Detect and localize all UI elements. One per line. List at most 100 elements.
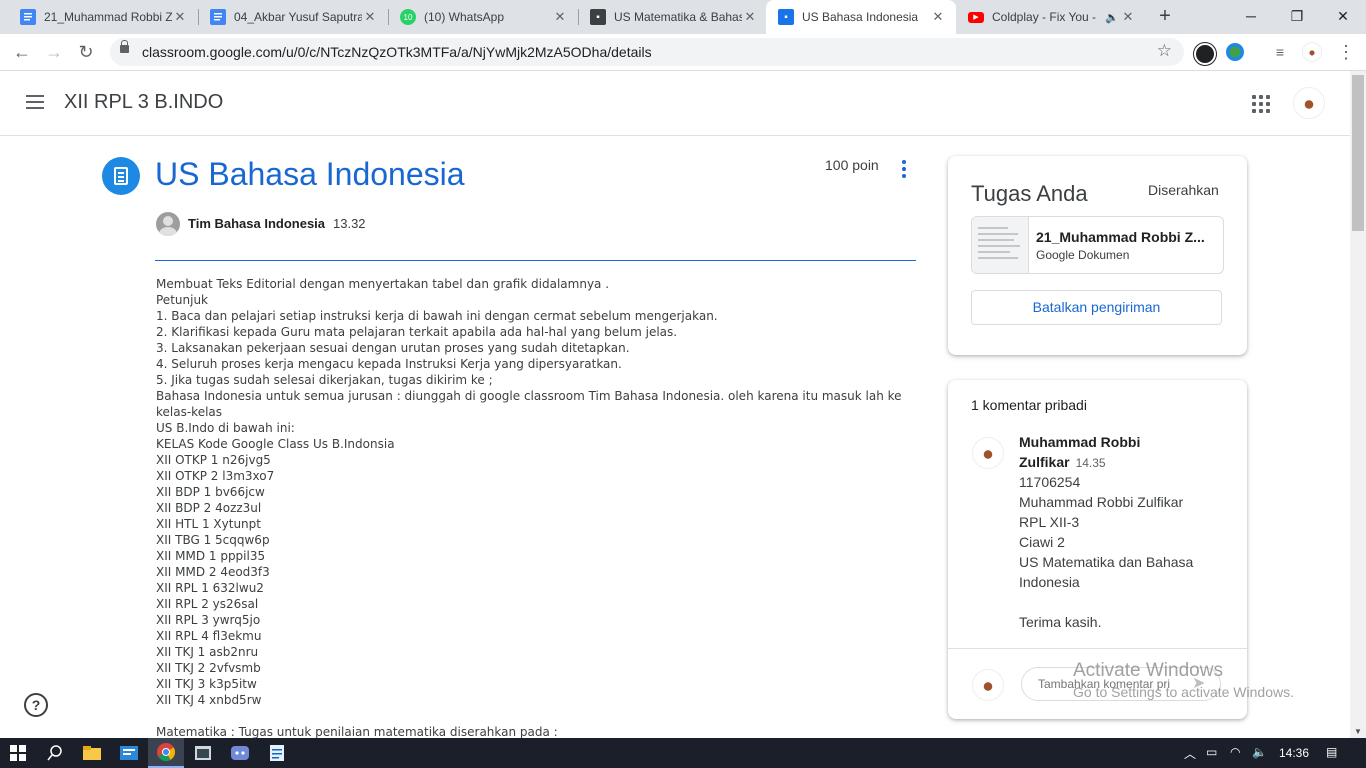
instruction-line: XII MMD 1 pppil35	[156, 549, 266, 563]
help-icon[interactable]: ?	[24, 693, 48, 717]
taskbar-clock[interactable]: 14:36	[1279, 746, 1309, 760]
instruction-line: XII RPL 3 ywrq5jo	[156, 613, 261, 627]
instruction-line: Membuat Teks Editorial dengan menyertaka…	[156, 277, 610, 291]
instruction-line: 2. Klarifikasi kepada Guru mata pelajara…	[156, 325, 678, 339]
close-icon[interactable]: ✕	[362, 9, 378, 25]
extension-globe-icon[interactable]	[1226, 43, 1244, 61]
app-icon[interactable]	[111, 738, 147, 768]
new-tab-icon[interactable]: +	[1154, 5, 1176, 27]
scroll-down-icon[interactable]: ▼	[1354, 727, 1362, 736]
assignment-points: 100 poin	[825, 157, 879, 173]
comment-line: RPL XII-3	[1019, 514, 1080, 530]
speaker-icon[interactable]: 🔈	[1104, 11, 1120, 24]
watermark-line1: Activate Windows	[1073, 660, 1223, 681]
wifi-icon[interactable]: ◠	[1230, 745, 1240, 759]
docs-icon	[20, 9, 36, 25]
your-work-card: Tugas Anda Diserahkan 21_Muhammad Robbi …	[948, 156, 1247, 355]
tab-4[interactable]: ▪ US Bahasa Indonesia ✕	[766, 0, 956, 34]
file-explorer-icon[interactable]	[74, 738, 110, 768]
address-bar[interactable]: classroom.google.com/u/0/c/NTczNzQzOTk3M…	[110, 38, 1184, 66]
comment-line: US Matematika dan Bahasa Indonesia	[1019, 554, 1194, 590]
menu-kebab-icon[interactable]: ⋮	[1334, 40, 1358, 64]
whatsapp-icon: 10	[400, 9, 416, 25]
notepad-icon[interactable]	[259, 738, 295, 768]
tab-title: US Bahasa Indonesia	[802, 10, 919, 24]
docs-icon	[210, 9, 226, 25]
class-name[interactable]: XII RPL 3 B.INDO	[64, 91, 223, 114]
comment-line: Muhammad Robbi Zulfikar	[1019, 494, 1184, 510]
commenter-name: Muhammad Robbi Zulfikar 14.35	[1019, 432, 1179, 473]
instruction-line: Petunjuk	[156, 293, 208, 307]
tray-chevron-up-icon[interactable]: ︿	[1184, 745, 1196, 762]
comment-line	[1019, 592, 1219, 612]
close-icon[interactable]: ✕	[172, 9, 188, 25]
tab-title: 04_Akbar Yusuf Saputra	[234, 10, 362, 24]
instruction-line: XII HTL 1 Xytunpt	[156, 517, 261, 531]
tab-2[interactable]: 10 (10) WhatsApp ✕	[388, 0, 578, 34]
notifications-icon[interactable]: ▤	[1326, 745, 1337, 759]
app-window-icon[interactable]	[185, 738, 221, 768]
more-options-icon[interactable]	[898, 160, 910, 180]
discord-icon[interactable]	[222, 738, 258, 768]
instruction-line: 1. Baca dan pelajari setiap instruksi ke…	[156, 309, 718, 323]
tab-title: 21_Muhammad Robbi Z	[44, 10, 172, 24]
instruction-line: XII TBG 1 5cqqw6p	[156, 533, 270, 547]
reload-icon[interactable]: ↻	[74, 40, 98, 64]
tab-3[interactable]: ▪ US Matematika & Bahas ✕	[578, 0, 768, 34]
comment-divider	[948, 648, 1247, 649]
account-avatar[interactable]	[1293, 87, 1325, 119]
maximize-icon[interactable]: ❐	[1274, 0, 1320, 34]
close-icon[interactable]: ✕	[930, 9, 946, 25]
close-icon[interactable]: ✕	[742, 9, 758, 25]
back-icon[interactable]: ←	[10, 40, 34, 64]
instruction-line: XII OTKP 2 l3m3xo7	[156, 469, 275, 483]
attachment-item[interactable]: 21_Muhammad Robbi Z... Google Dokumen	[971, 216, 1224, 274]
url-text: classroom.google.com/u/0/c/NTczNzQzOTk3M…	[142, 44, 652, 60]
commenter-avatar	[972, 437, 1004, 469]
your-work-title: Tugas Anda	[971, 181, 1088, 206]
profile-avatar[interactable]	[1302, 42, 1322, 62]
search-icon[interactable]	[37, 738, 73, 768]
windows-taskbar: ︿ ▭ ◠ 🔈 14:36 ▤	[0, 738, 1366, 768]
assignment-icon	[102, 157, 140, 195]
window-close-icon[interactable]: ✕	[1320, 0, 1366, 34]
volume-icon[interactable]: 🔈	[1252, 745, 1267, 759]
instruction-line: XII TKJ 1 asb2nru	[156, 645, 259, 659]
instruction-line: XII TKJ 4 xnbd5rw	[156, 693, 262, 707]
google-apps-icon[interactable]	[1252, 95, 1270, 113]
windows-activation-watermark: Activate Windows Go to Settings to activ…	[1073, 660, 1294, 700]
instruction-line: XII TKJ 3 k3p5itw	[156, 677, 257, 691]
chrome-icon[interactable]	[148, 738, 184, 768]
forward-icon[interactable]: →	[42, 40, 66, 64]
battery-icon[interactable]: ▭	[1206, 745, 1217, 759]
page-scrollbar[interactable]: ▲ ▼	[1350, 71, 1366, 738]
instruction-line: US B.Indo di bawah ini:	[156, 421, 295, 435]
close-icon[interactable]: ✕	[1120, 9, 1136, 25]
media-control-icon[interactable]: ≡	[1268, 40, 1292, 64]
browser-tab-strip: 21_Muhammad Robbi Z ✕ 04_Akbar Yusuf Sap…	[0, 0, 1366, 34]
lock-icon	[120, 40, 129, 53]
minimize-icon[interactable]: ─	[1228, 0, 1274, 34]
instruction-line	[156, 708, 921, 724]
instruction-line: XII BDP 1 bv66jcw	[156, 485, 265, 499]
post-time: 13.32	[333, 216, 366, 231]
instruction-line: XII RPL 4 fl3ekmu	[156, 629, 262, 643]
comment-text: 11706254 Muhammad Robbi Zulfikar RPL XII-3…	[1019, 472, 1219, 632]
extension-icon[interactable]	[1194, 43, 1216, 65]
instruction-line: XII OTKP 1 n26jvg5	[156, 453, 271, 467]
close-icon[interactable]: ✕	[552, 9, 568, 25]
tab-1[interactable]: 04_Akbar Yusuf Saputra ✕	[198, 0, 388, 34]
instruction-line: Bahasa Indonesia untuk semua jurusan : d…	[156, 389, 906, 419]
tab-0[interactable]: 21_Muhammad Robbi Z ✕	[8, 0, 198, 34]
windows-start-icon[interactable]	[0, 738, 36, 768]
assignment-title: US Bahasa Indonesia	[155, 156, 465, 192]
comment-time: 14.35	[1075, 456, 1106, 470]
main-menu-icon[interactable]	[26, 95, 44, 109]
tab-5[interactable]: ▶ Coldplay - Fix You - 🔈 ✕	[956, 0, 1146, 34]
tab-title: US Matematika & Bahas	[614, 10, 742, 24]
tab-title: Coldplay - Fix You -	[992, 10, 1097, 24]
instruction-line: XII TKJ 2 2vfvsmb	[156, 661, 261, 675]
bookmark-star-icon[interactable]: ☆	[1157, 41, 1172, 61]
unsubmit-button[interactable]: Batalkan pengiriman	[971, 290, 1222, 325]
scrollbar-thumb[interactable]	[1352, 75, 1364, 231]
